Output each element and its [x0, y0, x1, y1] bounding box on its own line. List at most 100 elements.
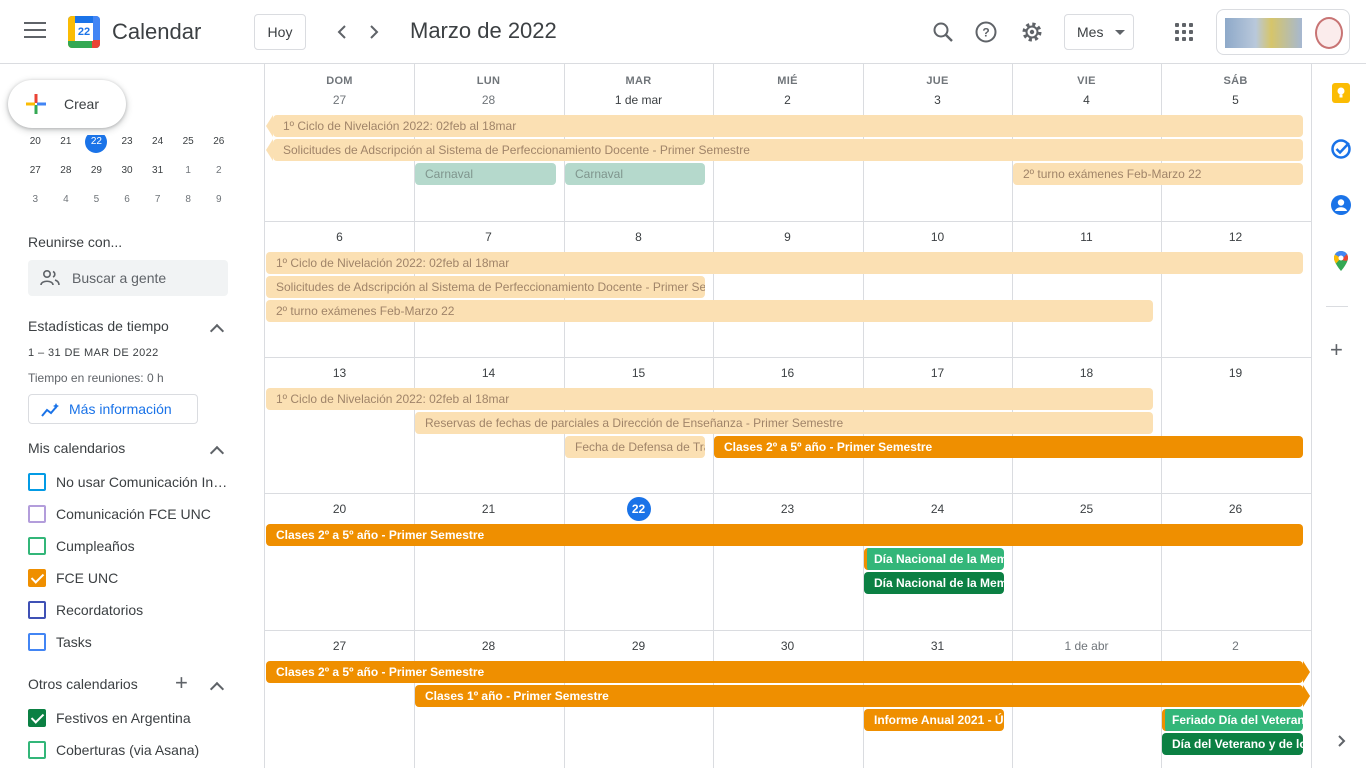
day-number[interactable]: 11: [1012, 230, 1161, 244]
day-number[interactable]: 10: [863, 230, 1012, 244]
event-chip[interactable]: Feriado Día del Veterano y de los Caídos…: [1162, 709, 1303, 731]
calendar-checkbox[interactable]: [28, 505, 46, 523]
day-number[interactable]: 2: [713, 93, 862, 107]
calendar-checkbox[interactable]: [28, 601, 46, 619]
collapse-stats-icon[interactable]: [209, 323, 225, 339]
day-number[interactable]: 13: [265, 366, 414, 380]
expand-panel-button[interactable]: [1330, 730, 1352, 752]
day-number[interactable]: 17: [863, 366, 1012, 380]
search-people-input[interactable]: Buscar a gente: [28, 260, 228, 296]
mini-calendar-day[interactable]: 7: [142, 185, 173, 214]
event-chip[interactable]: Informe Anual 2021 - Último día de prese…: [864, 709, 1004, 731]
day-number[interactable]: 22: [564, 497, 713, 521]
tasks-icon[interactable]: [1330, 138, 1352, 160]
mini-calendar-day[interactable]: 2: [203, 156, 234, 185]
event-chip[interactable]: Día del Veterano y de los Caídos en la G…: [1162, 733, 1303, 755]
day-number[interactable]: 21: [414, 502, 563, 516]
mini-calendar-day[interactable]: 30: [112, 156, 143, 185]
day-number[interactable]: 30: [713, 639, 862, 653]
day-number[interactable]: 8: [564, 230, 713, 244]
mini-calendar-day[interactable]: 29: [81, 156, 112, 185]
mini-calendar-day[interactable]: 6: [112, 185, 143, 214]
calendar-item[interactable]: Comunicación FCE UNC: [28, 498, 238, 530]
mini-calendar-day[interactable]: 25: [173, 135, 204, 156]
day-number[interactable]: 31: [863, 639, 1012, 653]
day-number[interactable]: 29: [564, 639, 713, 653]
prev-month-button[interactable]: [330, 20, 354, 44]
calendar-item[interactable]: Recordatorios: [28, 594, 238, 626]
event-chip[interactable]: Clases 2º a 5º año - Primer Semestre: [714, 436, 1303, 458]
add-calendar-icon[interactable]: +: [175, 672, 188, 694]
day-number[interactable]: 27: [265, 639, 414, 653]
day-number[interactable]: 23: [713, 502, 862, 516]
create-button[interactable]: Crear: [8, 80, 126, 128]
mini-calendar-day[interactable]: 28: [51, 156, 82, 185]
event-chip[interactable]: 2º turno exámenes Feb-Marzo 22: [266, 300, 1153, 322]
day-number[interactable]: 1 de abr: [1012, 639, 1161, 653]
day-number[interactable]: 14: [414, 366, 563, 380]
main-menu-icon[interactable]: [24, 22, 46, 40]
mini-calendar-day[interactable]: 24: [142, 135, 173, 156]
add-addon-icon[interactable]: +: [1330, 339, 1343, 361]
event-chip[interactable]: 1º Ciclo de Nivelación 2022: 02feb al 18…: [273, 115, 1303, 137]
day-number[interactable]: 5: [1161, 93, 1310, 107]
event-chip[interactable]: Carnaval: [565, 163, 705, 185]
event-chip[interactable]: Día Nacional de la Memoria por la Verdad…: [864, 572, 1004, 594]
day-number[interactable]: 9: [713, 230, 862, 244]
day-number[interactable]: 25: [1012, 502, 1161, 516]
calendar-item[interactable]: Coberturas (via Asana): [28, 734, 238, 766]
event-chip[interactable]: Clases 2º a 5º año - Primer Semestre: [266, 661, 1303, 683]
day-number[interactable]: 18: [1012, 366, 1161, 380]
calendar-checkbox[interactable]: [28, 537, 46, 555]
event-chip[interactable]: Fecha de Defensa de Trabajos Finales: [565, 436, 705, 458]
mini-calendar-day[interactable]: 4: [51, 185, 82, 214]
event-chip[interactable]: Reservas de fechas de parciales a Direcc…: [415, 412, 1153, 434]
maps-icon[interactable]: [1330, 250, 1352, 272]
search-button[interactable]: [930, 19, 956, 45]
calendar-checkbox[interactable]: [28, 709, 46, 727]
calendar-checkbox[interactable]: [28, 741, 46, 759]
mini-calendar-day[interactable]: 5: [81, 185, 112, 214]
calendar-item[interactable]: FCE UNC: [28, 562, 238, 594]
mini-calendar-day[interactable]: 9: [203, 185, 234, 214]
day-number[interactable]: 2: [1161, 639, 1310, 653]
collapse-my-calendars-icon[interactable]: [209, 445, 225, 461]
calendar-item[interactable]: Tasks: [28, 626, 238, 658]
event-chip[interactable]: Clases 1º año - Primer Semestre: [415, 685, 1303, 707]
calendar-item[interactable]: No usar Comunicación Institucional: [28, 466, 238, 498]
next-month-button[interactable]: [362, 20, 386, 44]
event-chip[interactable]: 1º Ciclo de Nivelación 2022: 02feb al 18…: [266, 252, 1303, 274]
today-button[interactable]: Hoy: [254, 14, 306, 50]
event-chip[interactable]: 2º turno exámenes Feb-Marzo 22: [1013, 163, 1303, 185]
day-number[interactable]: 28: [414, 639, 563, 653]
mini-calendar-day[interactable]: 31: [142, 156, 173, 185]
day-number[interactable]: 12: [1161, 230, 1310, 244]
day-number[interactable]: 7: [414, 230, 563, 244]
event-chip[interactable]: Solicitudes de Adscripción al Sistema de…: [273, 139, 1303, 161]
calendar-checkbox[interactable]: [28, 633, 46, 651]
view-selector[interactable]: Mes: [1064, 14, 1134, 50]
calendar-logo[interactable]: 22: [68, 16, 100, 48]
mini-calendar-day[interactable]: 21: [51, 135, 82, 156]
mini-calendar-day[interactable]: 27: [20, 156, 51, 185]
mini-calendar-day[interactable]: 3: [20, 185, 51, 214]
mini-calendar-day[interactable]: 20: [20, 135, 51, 156]
mini-calendar-day[interactable]: 1: [173, 156, 204, 185]
event-chip[interactable]: Clases 2º a 5º año - Primer Semestre: [266, 524, 1303, 546]
day-number[interactable]: 20: [265, 502, 414, 516]
more-info-button[interactable]: Más información: [28, 394, 198, 424]
calendar-item[interactable]: Cumpleaños: [28, 530, 238, 562]
apps-grid-icon[interactable]: [1175, 23, 1193, 41]
day-number[interactable]: 15: [564, 366, 713, 380]
day-number[interactable]: 1 de mar: [564, 93, 713, 107]
mini-calendar-day[interactable]: 8: [173, 185, 204, 214]
calendar-item[interactable]: Festivos en Argentina: [28, 702, 238, 734]
mini-calendar-day[interactable]: 26: [203, 135, 234, 156]
day-number[interactable]: 26: [1161, 502, 1310, 516]
event-chip[interactable]: 1º Ciclo de Nivelación 2022: 02feb al 18…: [266, 388, 1153, 410]
account-button[interactable]: [1216, 9, 1350, 55]
mini-calendar-day[interactable]: 23: [112, 135, 143, 156]
day-number[interactable]: 24: [863, 502, 1012, 516]
calendar-checkbox[interactable]: [28, 569, 46, 587]
day-number[interactable]: 6: [265, 230, 414, 244]
